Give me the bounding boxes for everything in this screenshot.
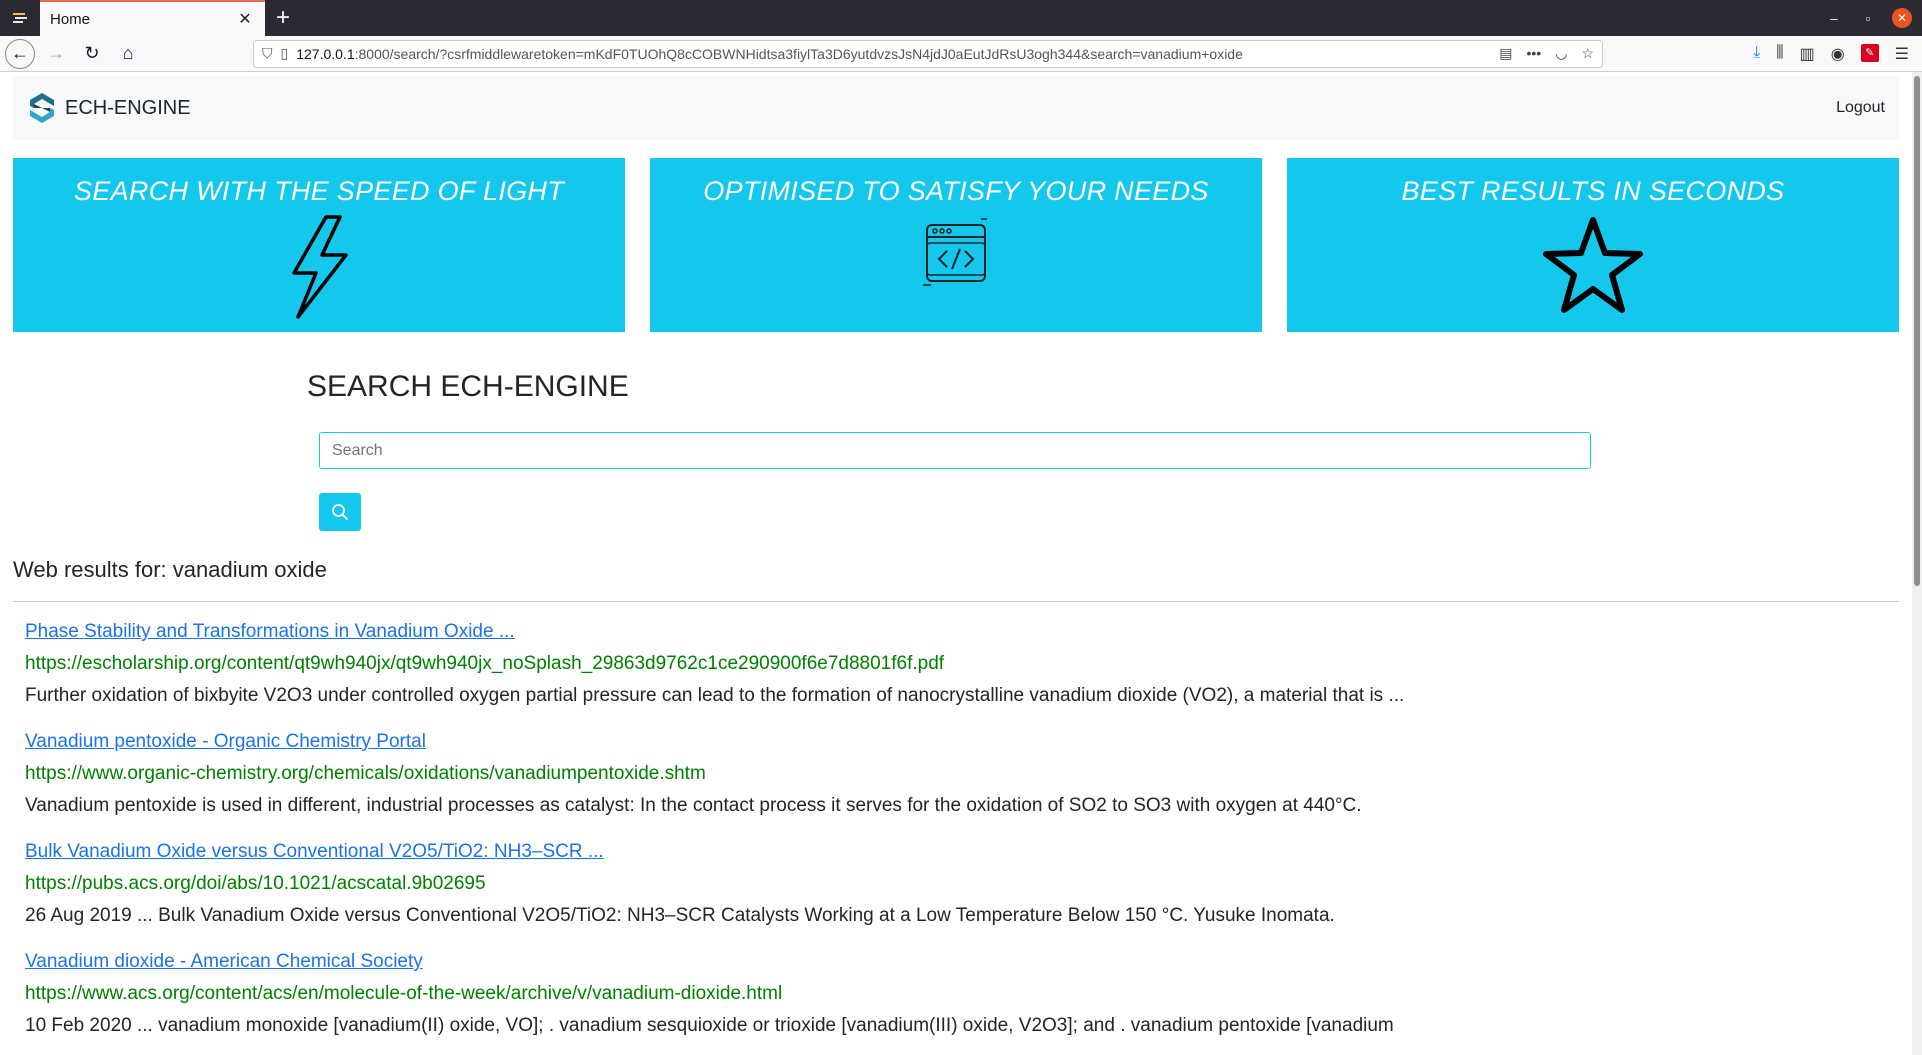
hamburger-menu-icon[interactable]: ☰ bbox=[1895, 44, 1909, 64]
search-icon bbox=[332, 504, 348, 520]
pocket-icon[interactable]: ◡ bbox=[1555, 45, 1567, 62]
result-url: https://www.organic-chemistry.org/chemic… bbox=[25, 763, 706, 784]
results-heading: Web results for: vanadium oxide bbox=[13, 557, 1899, 602]
page-info-icon[interactable]: ▯ bbox=[281, 45, 289, 62]
feature-optimised: OPTIMISED TO SATISFY YOUR NEEDS bbox=[650, 158, 1262, 332]
shield-icon[interactable]: ⛉ bbox=[262, 45, 273, 62]
close-tab-icon[interactable]: ✕ bbox=[235, 9, 255, 29]
result-item: Phase Stability and Transformations in V… bbox=[25, 620, 1912, 708]
sidebar-icon[interactable]: ▥ bbox=[1800, 44, 1815, 64]
results-list: Phase Stability and Transformations in V… bbox=[25, 620, 1912, 1038]
ech-logo-icon bbox=[30, 93, 54, 123]
result-title-link[interactable]: Vanadium dioxide - American Chemical Soc… bbox=[25, 950, 1912, 974]
new-tab-icon[interactable]: + bbox=[265, 0, 301, 36]
search-button[interactable] bbox=[319, 493, 361, 531]
url-path: :8000/search/?csrfmiddlewaretoken=mKdF0T… bbox=[354, 45, 1243, 62]
search-input[interactable] bbox=[319, 432, 1591, 469]
result-snippet: Further oxidation of bixbyite V2O3 under… bbox=[25, 685, 1405, 706]
result-item: Vanadium dioxide - American Chemical Soc… bbox=[25, 950, 1912, 1038]
result-url: https://pubs.acs.org/doi/abs/10.1021/acs… bbox=[25, 873, 486, 894]
url-actions: ▤ ••• ◡ ☆ bbox=[1499, 45, 1594, 62]
result-title-link[interactable]: Phase Stability and Transformations in V… bbox=[25, 620, 1912, 644]
window-controls: – ▫ ✕ bbox=[1824, 0, 1922, 36]
search-section: SEARCH ECH-ENGINE bbox=[307, 370, 1912, 531]
app-menu-icon[interactable] bbox=[0, 0, 40, 36]
address-bar[interactable]: ⛉ ▯ 127.0.0.1:8000/search/?csrfmiddlewar… bbox=[253, 39, 1603, 68]
downloads-icon[interactable]: ⤓ bbox=[1753, 44, 1760, 64]
feature-title: OPTIMISED TO SATISFY YOUR NEEDS bbox=[703, 176, 1209, 206]
result-url: https://www.acs.org/content/acs/en/molec… bbox=[25, 983, 783, 1004]
code-window-icon bbox=[923, 218, 987, 286]
back-icon[interactable]: ← bbox=[5, 38, 35, 69]
forward-icon[interactable]: → bbox=[41, 39, 71, 69]
result-snippet: 10 Feb 2020 ... vanadium monoxide [vanad… bbox=[25, 1015, 1394, 1036]
page-actions-icon[interactable]: ••• bbox=[1527, 45, 1542, 62]
restore-icon[interactable]: ▫ bbox=[1858, 11, 1878, 26]
brand-name: ECH-ENGINE bbox=[65, 96, 191, 119]
feature-title: BEST RESULTS IN SECONDS bbox=[1401, 176, 1785, 206]
home-icon[interactable]: ⌂ bbox=[113, 39, 143, 69]
brand[interactable]: ECH-ENGINE bbox=[27, 91, 191, 125]
browser-toolbar: ← → ↻ ⌂ ⛉ ▯ 127.0.0.1:8000/search/?csrfm… bbox=[0, 36, 1922, 72]
reader-view-icon[interactable]: ▤ bbox=[1499, 45, 1512, 62]
result-title-link[interactable]: Bulk Vanadium Oxide versus Conventional … bbox=[25, 840, 1912, 864]
window-close-icon[interactable]: ✕ bbox=[1892, 8, 1912, 28]
result-item: Bulk Vanadium Oxide versus Conventional … bbox=[25, 840, 1912, 928]
toolbar-right: ⤓ ⫼ ▥ ◉ ✎ ☰ bbox=[1753, 43, 1917, 64]
browser-tab-bar: Home ✕ + – ▫ ✕ bbox=[0, 0, 1922, 36]
minimize-icon[interactable]: – bbox=[1824, 11, 1844, 26]
url-host: 127.0.0.1 bbox=[296, 45, 355, 62]
account-icon[interactable]: ◉ bbox=[1831, 44, 1845, 64]
logout-link[interactable]: Logout bbox=[1836, 99, 1885, 117]
url-text[interactable]: 127.0.0.1:8000/search/?csrfmiddlewaretok… bbox=[296, 46, 1491, 62]
library-icon[interactable]: ⫼ bbox=[1776, 44, 1783, 64]
result-item: Vanadium pentoxide - Organic Chemistry P… bbox=[25, 730, 1912, 818]
page-content: ECH-ENGINE Logout SEARCH WITH THE SPEED … bbox=[0, 72, 1912, 1055]
feature-title: SEARCH WITH THE SPEED OF LIGHT bbox=[73, 176, 565, 206]
tab-title: Home bbox=[50, 10, 91, 28]
result-url: https://escholarship.org/content/qt9wh94… bbox=[25, 653, 945, 674]
search-title: SEARCH ECH-ENGINE bbox=[307, 370, 629, 403]
lightning-icon bbox=[292, 215, 348, 319]
browser-tab[interactable]: Home ✕ bbox=[40, 0, 265, 36]
result-snippet: Vanadium pentoxide is used in different,… bbox=[25, 795, 1362, 816]
result-title-link[interactable]: Vanadium pentoxide - Organic Chemistry P… bbox=[25, 730, 1912, 754]
bookmark-star-icon[interactable]: ☆ bbox=[1581, 45, 1594, 62]
result-snippet: 26 Aug 2019 ... Bulk Vanadium Oxide vers… bbox=[25, 905, 1335, 926]
page-scrollbar[interactable] bbox=[1912, 72, 1922, 1055]
feature-speed: SEARCH WITH THE SPEED OF LIGHT bbox=[13, 158, 625, 332]
feature-results: BEST RESULTS IN SECONDS bbox=[1287, 158, 1899, 332]
site-navbar: ECH-ENGINE Logout bbox=[13, 76, 1899, 140]
feature-banners: SEARCH WITH THE SPEED OF LIGHT OPTIMISED… bbox=[13, 158, 1899, 332]
extension-icon[interactable]: ✎ bbox=[1860, 43, 1879, 62]
reload-icon[interactable]: ↻ bbox=[77, 39, 107, 69]
star-icon bbox=[1543, 217, 1643, 313]
scrollbar-thumb[interactable] bbox=[1914, 76, 1920, 586]
